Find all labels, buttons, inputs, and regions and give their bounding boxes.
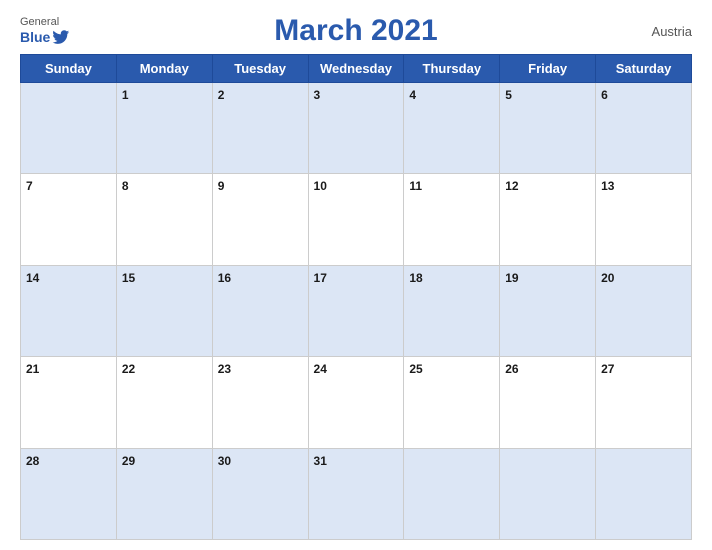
- day-cell-22: 22: [116, 357, 212, 448]
- day-number: 31: [314, 454, 327, 468]
- day-number: 29: [122, 454, 135, 468]
- day-number: 3: [314, 88, 321, 102]
- day-cell-20: 20: [596, 265, 692, 356]
- day-number: 17: [314, 271, 327, 285]
- day-number: 7: [26, 179, 33, 193]
- country-label: Austria: [652, 24, 692, 39]
- logo-blue-text: Blue: [20, 28, 70, 46]
- day-number: 9: [218, 179, 225, 193]
- day-number: 18: [409, 271, 422, 285]
- day-number: 1: [122, 88, 129, 102]
- weekday-header-tuesday: Tuesday: [212, 55, 308, 83]
- page-title: March 2021: [274, 14, 437, 48]
- empty-cell: [500, 448, 596, 539]
- day-number: 6: [601, 88, 608, 102]
- day-cell-13: 13: [596, 174, 692, 265]
- empty-cell: [596, 448, 692, 539]
- day-number: 22: [122, 362, 135, 376]
- day-cell-18: 18: [404, 265, 500, 356]
- day-cell-5: 5: [500, 83, 596, 174]
- day-cell-3: 3: [308, 83, 404, 174]
- weekday-header-thursday: Thursday: [404, 55, 500, 83]
- day-number: 21: [26, 362, 39, 376]
- day-number: 14: [26, 271, 39, 285]
- day-number: 2: [218, 88, 225, 102]
- day-cell-11: 11: [404, 174, 500, 265]
- day-cell-27: 27: [596, 357, 692, 448]
- day-cell-14: 14: [21, 265, 117, 356]
- week-row-5: 28 29 30 31: [21, 448, 692, 539]
- day-number: 28: [26, 454, 39, 468]
- day-cell-9: 9: [212, 174, 308, 265]
- day-number: 30: [218, 454, 231, 468]
- weekday-header-friday: Friday: [500, 55, 596, 83]
- calendar-header: General Blue March 2021 Austria: [20, 14, 692, 48]
- day-number: 24: [314, 362, 327, 376]
- logo: General Blue: [20, 17, 70, 46]
- week-row-4: 21 22 23 24 25 26 27: [21, 357, 692, 448]
- weekday-header-row: SundayMondayTuesdayWednesdayThursdayFrid…: [21, 55, 692, 83]
- day-number: 5: [505, 88, 512, 102]
- day-number: 8: [122, 179, 129, 193]
- day-cell-16: 16: [212, 265, 308, 356]
- day-cell-1: 1: [116, 83, 212, 174]
- day-cell-26: 26: [500, 357, 596, 448]
- logo-general-text: General: [20, 17, 59, 28]
- day-cell-10: 10: [308, 174, 404, 265]
- day-cell-29: 29: [116, 448, 212, 539]
- day-cell-6: 6: [596, 83, 692, 174]
- day-number: 16: [218, 271, 231, 285]
- day-cell-21: 21: [21, 357, 117, 448]
- day-number: 4: [409, 88, 416, 102]
- day-number: 11: [409, 179, 422, 193]
- day-cell-4: 4: [404, 83, 500, 174]
- weekday-header-sunday: Sunday: [21, 55, 117, 83]
- day-cell-25: 25: [404, 357, 500, 448]
- week-row-3: 14 15 16 17 18 19 20: [21, 265, 692, 356]
- day-number: 10: [314, 179, 327, 193]
- day-number: 27: [601, 362, 614, 376]
- day-number: 23: [218, 362, 231, 376]
- day-number: 25: [409, 362, 422, 376]
- day-cell-12: 12: [500, 174, 596, 265]
- logo-bird-icon: [52, 28, 70, 46]
- day-number: 26: [505, 362, 518, 376]
- calendar-table: SundayMondayTuesdayWednesdayThursdayFrid…: [20, 54, 692, 540]
- day-cell-8: 8: [116, 174, 212, 265]
- day-cell-15: 15: [116, 265, 212, 356]
- week-row-1: 1 2 3 4 5 6: [21, 83, 692, 174]
- day-number: 20: [601, 271, 614, 285]
- day-cell-17: 17: [308, 265, 404, 356]
- week-row-2: 7 8 9 10 11 12 13: [21, 174, 692, 265]
- empty-cell: [404, 448, 500, 539]
- weekday-header-wednesday: Wednesday: [308, 55, 404, 83]
- day-number: 19: [505, 271, 518, 285]
- day-cell-19: 19: [500, 265, 596, 356]
- empty-cell: [21, 83, 117, 174]
- weekday-header-monday: Monday: [116, 55, 212, 83]
- day-cell-24: 24: [308, 357, 404, 448]
- day-cell-23: 23: [212, 357, 308, 448]
- day-number: 15: [122, 271, 135, 285]
- weekday-header-saturday: Saturday: [596, 55, 692, 83]
- day-cell-2: 2: [212, 83, 308, 174]
- day-number: 12: [505, 179, 518, 193]
- day-number: 13: [601, 179, 614, 193]
- day-cell-28: 28: [21, 448, 117, 539]
- day-cell-31: 31: [308, 448, 404, 539]
- day-cell-7: 7: [21, 174, 117, 265]
- day-cell-30: 30: [212, 448, 308, 539]
